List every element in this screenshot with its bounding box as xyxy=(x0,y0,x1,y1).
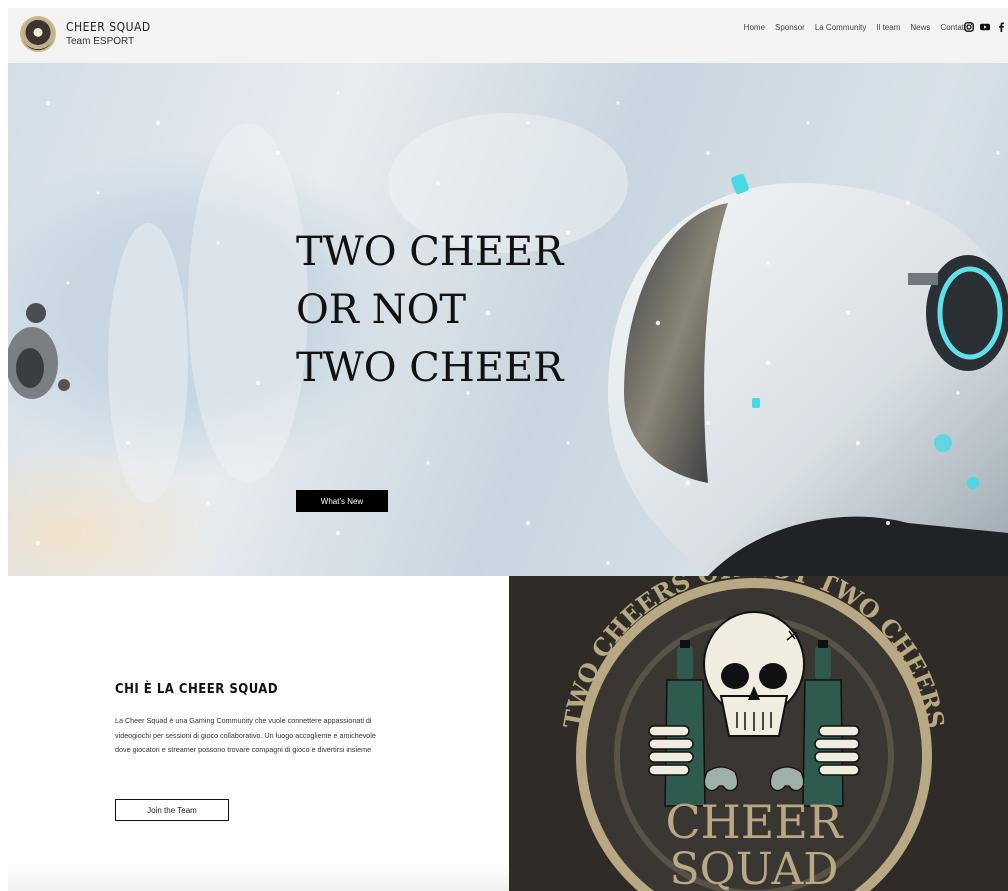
instagram-icon[interactable] xyxy=(964,22,974,32)
social-links xyxy=(964,22,1006,32)
cheer-squad-badge-panel: TWO CHEERS OR NOT TWO CHEERS xyxy=(509,576,1008,891)
whats-new-button[interactable]: What's New xyxy=(296,490,388,512)
badge-word-cheer: CHEER xyxy=(665,795,843,849)
join-team-button[interactable]: Join the Team xyxy=(115,799,229,821)
main-nav: Home Sponsor La Community Il team News C… xyxy=(744,23,968,32)
nav-item-team[interactable]: Il team xyxy=(876,23,900,32)
robot-head xyxy=(608,173,1008,576)
logo-icon[interactable] xyxy=(20,16,56,52)
nav-item-community[interactable]: La Community xyxy=(815,23,867,32)
about-description: La Cheer Squad è una Gaming Community ch… xyxy=(115,716,376,754)
nav-item-sponsor[interactable]: Sponsor xyxy=(775,23,805,32)
about-title: CHI È LA CHEER SQUAD xyxy=(115,682,279,697)
nav-item-news[interactable]: News xyxy=(910,23,930,32)
badge-word-squad: SQUAD xyxy=(670,844,839,891)
cheer-squad-badge: TWO CHEERS OR NOT TWO CHEERS xyxy=(557,576,951,891)
youtube-icon[interactable] xyxy=(980,22,990,32)
hero-section: TWO CHEER OR NOT TWO CHEER What's New xyxy=(8,63,1008,576)
brand-name: CHEER SQUAD xyxy=(66,20,151,34)
site-header: CHEER SQUAD Team ESPORT Home Sponsor La … xyxy=(8,8,1008,63)
hero-title: TWO CHEER OR NOT TWO CHEER xyxy=(296,229,564,391)
brand[interactable]: CHEER SQUAD Team ESPORT xyxy=(66,20,151,47)
section-divider xyxy=(8,861,509,891)
about-section: CHI È LA CHEER SQUAD La Cheer Squad è un… xyxy=(8,576,509,891)
nav-item-home[interactable]: Home xyxy=(744,23,765,32)
brand-subtitle: Team ESPORT xyxy=(66,36,135,47)
facebook-icon[interactable] xyxy=(996,22,1006,32)
left-robot-part xyxy=(8,303,70,399)
